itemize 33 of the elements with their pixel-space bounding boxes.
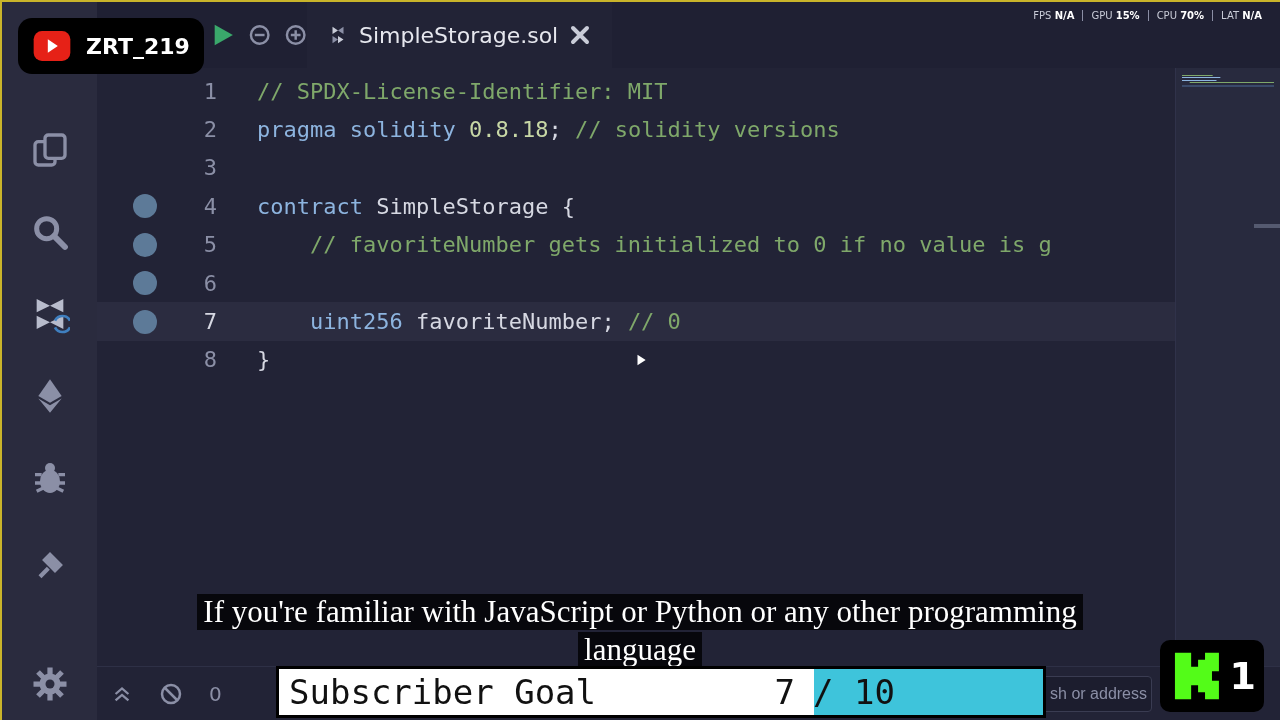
line-number: 2 <box>203 117 217 143</box>
pending-count: 0 <box>209 681 222 706</box>
settings-icon[interactable] <box>31 666 68 702</box>
line-number: 1 <box>203 78 217 104</box>
breakpoint-marker[interactable] <box>133 232 157 257</box>
performance-stat: FPS N/A <box>1032 10 1076 21</box>
code-line: } <box>257 347 271 373</box>
performance-stat: CPU 70% <box>1147 10 1213 21</box>
performance-stat: LAT N/A <box>1212 10 1270 21</box>
breakpoint-marker[interactable] <box>133 309 157 334</box>
line-number: 3 <box>203 155 217 181</box>
breakpoint-marker[interactable] <box>133 194 157 219</box>
zoom-in-icon[interactable] <box>283 23 307 47</box>
line-number: 6 <box>203 270 217 296</box>
performance-stat: GPU 15% <box>1082 10 1148 21</box>
breakpoint-marker[interactable] <box>133 271 157 296</box>
code-line: uint256 favoriteNumber; // 0 <box>308 309 681 335</box>
goal-total: / 10 <box>813 672 896 712</box>
code-line: contract SimpleStorage { <box>257 193 575 219</box>
code-line: // favoriteNumber gets initialized to 0 if no value is g <box>308 232 1052 258</box>
line-number: 8 <box>203 347 217 373</box>
clear-icon[interactable] <box>159 681 183 706</box>
zoom-out-icon[interactable] <box>248 23 272 47</box>
line-number: 4 <box>203 193 217 219</box>
channel-name: ZRT_219 <box>86 33 190 59</box>
code-line: pragma solidity 0.8.18; // solidity versions <box>257 117 840 143</box>
code-line: // SPDX-License-Identifier: MIT <box>257 78 668 104</box>
kick-count: 1 <box>1229 654 1256 698</box>
goal-current: 7 <box>774 672 795 712</box>
goal-label: Subscriber Goal <box>289 672 597 712</box>
line-number: 5 <box>203 232 217 258</box>
line-number: 7 <box>203 309 217 335</box>
scrollbar-thumb[interactable] <box>1254 224 1280 228</box>
